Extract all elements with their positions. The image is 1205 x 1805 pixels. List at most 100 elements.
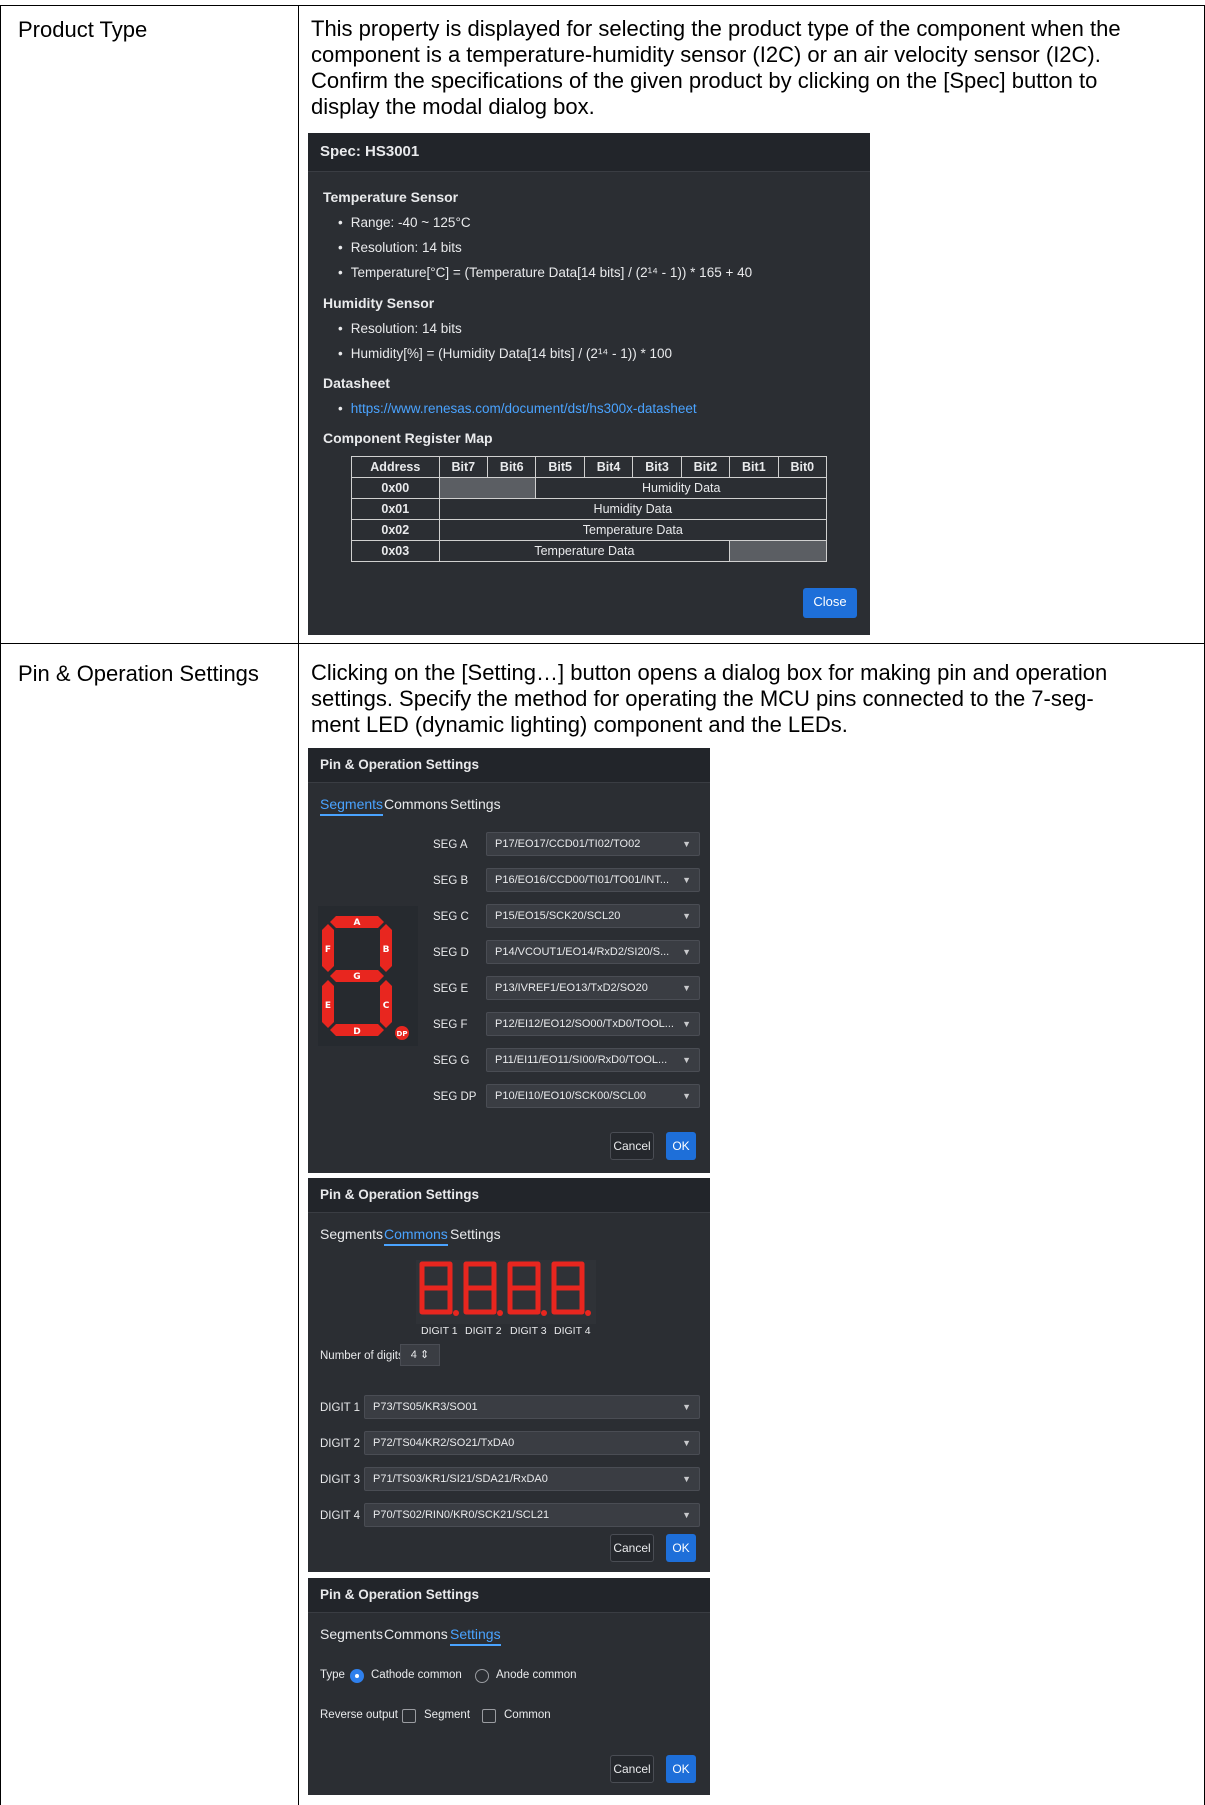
- seg-row-label: SEG D: [433, 947, 469, 959]
- chevron-down-icon: ▼: [682, 1019, 691, 1029]
- cancel-button[interactable]: Cancel: [610, 1534, 654, 1562]
- bullet-item: Temperature[°C] = (Temperature Data[14 b…: [338, 265, 752, 280]
- seg-e-select[interactable]: P13/IVREF1/EO13/TxD2/SO20 ▼: [486, 976, 700, 1000]
- tab-segments[interactable]: Segments: [320, 1226, 383, 1242]
- row-description: Clicking on the [Setting…] button opens …: [311, 660, 1107, 738]
- select-value: P71/TS03/KR1/SI21/SDA21/RxDA0: [373, 1473, 548, 1485]
- digit-row-label: DIGIT 1: [320, 1402, 361, 1414]
- row-label-product-type: Product Type: [18, 17, 148, 42]
- chevron-down-icon: ▼: [682, 911, 691, 921]
- select-value: P14/VCOUT1/EO14/RxD2/SI20/S...: [495, 946, 670, 958]
- ok-button[interactable]: OK: [666, 1534, 696, 1562]
- segments-dialog: Pin & Operation Settings Segments Common…: [308, 748, 710, 1173]
- description-line: ment LED (dynamic lighting) component an…: [311, 712, 848, 737]
- address-cell: 0x01: [351, 498, 440, 520]
- seg-row-label: SEG A: [433, 839, 468, 851]
- reverse-output-label: Reverse output: [320, 1709, 398, 1721]
- cancel-button[interactable]: Cancel: [610, 1132, 654, 1160]
- digit-4-select[interactable]: P70/TS02/RIN0/KR0/SCK21/SCL21 ▼: [364, 1503, 700, 1527]
- seg-b-select[interactable]: P16/EO16/CCD00/TI01/TO01/INT... ▼: [486, 868, 700, 892]
- digit-3-select[interactable]: P71/TS03/KR1/SI21/SDA21/RxDA0 ▼: [364, 1467, 700, 1491]
- section-heading: Component Register Map: [323, 430, 493, 446]
- digit-2-select[interactable]: P72/TS04/KR2/SO21/TxDA0 ▼: [364, 1431, 700, 1455]
- address-cell: 0x00: [351, 477, 440, 499]
- commons-dialog: Pin & Operation Settings Segments Common…: [308, 1178, 710, 1572]
- table-border-top: [0, 5, 1205, 6]
- common-checkbox[interactable]: [482, 1709, 496, 1723]
- chevron-down-icon: ▼: [682, 1438, 691, 1448]
- tab-settings[interactable]: Settings: [450, 1626, 501, 1646]
- datasheet-item: https://www.renesas.com/document/dst/hs3…: [338, 401, 697, 416]
- chevron-down-icon: ▼: [682, 1510, 691, 1520]
- dialog-title: Spec: HS3001: [308, 133, 870, 172]
- table-row: 0x01 Humidity Data: [351, 498, 828, 520]
- select-value: P73/TS05/KR3/SO01: [373, 1401, 478, 1413]
- num-digits-stepper[interactable]: 4 ⇕: [400, 1344, 440, 1366]
- digit-caption: DIGIT 3: [510, 1325, 547, 1337]
- data-cell: Humidity Data: [535, 477, 827, 499]
- table-header: Bit0: [777, 456, 828, 478]
- tab-segments[interactable]: Segments: [320, 796, 384, 816]
- seg-d-select[interactable]: P14/VCOUT1/EO14/RxD2/SI20/S... ▼: [486, 940, 700, 964]
- tab-settings[interactable]: Settings: [450, 796, 501, 812]
- spec-dialog: Spec: HS3001 Temperature Sensor Range: -…: [308, 133, 870, 635]
- four-digit-display: [416, 1260, 596, 1324]
- chevron-down-icon: ▼: [682, 1402, 691, 1412]
- table-header: Address: [351, 456, 440, 478]
- ok-button[interactable]: OK: [666, 1755, 696, 1783]
- segment-letter: G: [353, 972, 360, 982]
- seg-f-select[interactable]: P12/EI12/EO12/SO00/TxD0/TOOL... ▼: [486, 1012, 700, 1036]
- select-value: P11/EI11/EO11/SI00/RxD0/TOOL...: [495, 1054, 668, 1066]
- bullet-item: Humidity[%] = (Humidity Data[14 bits] / …: [338, 346, 672, 361]
- decimal-point: [585, 1310, 591, 1316]
- digit-row-label: DIGIT 4: [320, 1510, 361, 1522]
- chevron-down-icon: ▼: [682, 839, 691, 849]
- data-cell: Temperature Data: [438, 540, 731, 562]
- select-value: P13/IVREF1/EO13/TxD2/SO20: [495, 982, 648, 994]
- digit-caption: DIGIT 1: [421, 1325, 458, 1337]
- data-cell: Humidity Data: [438, 498, 828, 520]
- seg-c-select[interactable]: P15/EO15/SCK20/SCL20 ▼: [486, 904, 700, 928]
- seg-row-label: SEG DP: [433, 1091, 477, 1103]
- table-header: Bit1: [729, 456, 779, 478]
- anode-common-radio[interactable]: [475, 1669, 489, 1683]
- seg-g-select[interactable]: P11/EI11/EO11/SI00/RxD0/TOOL... ▼: [486, 1048, 700, 1072]
- cancel-button[interactable]: Cancel: [610, 1755, 654, 1783]
- digit-row-label: DIGIT 3: [320, 1474, 361, 1486]
- address-cell: 0x02: [351, 519, 440, 541]
- chevron-down-icon: ▼: [682, 947, 691, 957]
- segment-letter: F: [325, 945, 331, 955]
- settings-dialog: Pin & Operation Settings Segments Common…: [308, 1578, 710, 1795]
- select-value: P17/EO17/CCD01/TI02/TO02: [495, 838, 641, 850]
- common-checkbox-label: Common: [504, 1709, 551, 1721]
- decimal-point: [453, 1310, 459, 1316]
- tab-commons[interactable]: Commons: [384, 796, 448, 812]
- select-value: P15/EO15/SCK20/SCL20: [495, 910, 621, 922]
- seg-dp-select[interactable]: P10/EI10/EO10/SCK00/SCL00 ▼: [486, 1084, 700, 1108]
- bullet-item: Resolution: 14 bits: [338, 240, 462, 255]
- tab-commons[interactable]: Commons: [384, 1626, 448, 1642]
- num-digits-label: Number of digits: [320, 1350, 404, 1362]
- seg-a-select[interactable]: P17/EO17/CCD01/TI02/TO02 ▼: [486, 832, 700, 856]
- segment-letter: E: [325, 1001, 331, 1011]
- tab-segments[interactable]: Segments: [320, 1626, 383, 1642]
- ok-button[interactable]: OK: [666, 1132, 696, 1160]
- dialog-title: Pin & Operation Settings: [308, 1178, 710, 1213]
- document-table: Product Type This property is displayed …: [0, 0, 1205, 1805]
- table-header: Bit4: [583, 456, 634, 478]
- description-line: settings. Specify the method for operati…: [311, 686, 1094, 711]
- cathode-common-radio[interactable]: [350, 1669, 364, 1683]
- decimal-point: [497, 1310, 503, 1316]
- tab-settings[interactable]: Settings: [450, 1226, 501, 1242]
- digit-caption: DIGIT 4: [554, 1325, 591, 1337]
- data-cell: Temperature Data: [438, 519, 828, 541]
- digit-row-label: DIGIT 2: [320, 1438, 361, 1450]
- datasheet-link[interactable]: https://www.renesas.com/document/dst/hs3…: [351, 401, 697, 416]
- segment-checkbox[interactable]: [402, 1709, 416, 1723]
- digit-1-select[interactable]: P73/TS05/KR3/SO01 ▼: [364, 1395, 700, 1419]
- tab-commons[interactable]: Commons: [384, 1226, 448, 1246]
- column-divider: [298, 5, 299, 1805]
- close-button[interactable]: Close: [803, 588, 857, 618]
- seg-row-label: SEG E: [433, 983, 469, 995]
- cathode-common-label: Cathode common: [371, 1669, 462, 1681]
